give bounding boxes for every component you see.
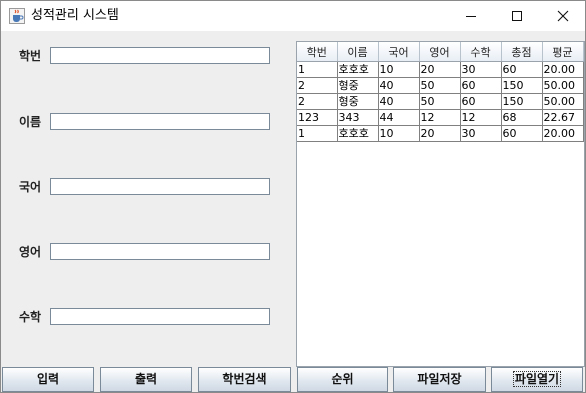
table-cell: 호호호 xyxy=(337,61,379,78)
column-header[interactable]: 영어 xyxy=(419,42,461,62)
save-file-button[interactable]: 파일저장 xyxy=(393,367,486,392)
column-header[interactable]: 국어 xyxy=(378,42,420,62)
search-button-label: 학번검색 xyxy=(222,372,267,386)
table-cell: 50.00 xyxy=(542,93,584,110)
table-row[interactable]: 1 호호호 10 20 30 60 20.00 xyxy=(297,61,584,78)
table-cell: 60 xyxy=(501,61,543,78)
title-bar: 성적관리 시스템 xyxy=(1,1,585,31)
maximize-button[interactable] xyxy=(494,1,540,31)
column-header[interactable]: 학번 xyxy=(297,42,338,62)
column-header[interactable]: 평균 xyxy=(542,42,584,62)
table-cell: 50 xyxy=(419,93,461,110)
table-cell: 1 xyxy=(297,61,338,78)
name-label: 이름 xyxy=(19,115,42,129)
search-by-id-button[interactable]: 학번검색 xyxy=(198,367,291,392)
table-cell: 50 xyxy=(419,77,461,94)
output-button[interactable]: 출력 xyxy=(100,367,192,392)
table-row[interactable]: 2 형중 40 50 60 150 50.00 xyxy=(297,77,584,94)
table-cell: 1 xyxy=(297,125,338,142)
open-file-button[interactable]: 파일열기 xyxy=(491,367,583,392)
save-button-label: 파일저장 xyxy=(417,372,462,386)
column-header[interactable]: 수학 xyxy=(460,42,502,62)
table-cell: 40 xyxy=(378,93,420,110)
table-cell: 20 xyxy=(419,61,461,78)
table-cell: 30 xyxy=(460,125,502,142)
table-cell: 10 xyxy=(378,125,420,142)
korean-input[interactable] xyxy=(50,178,270,195)
table-cell: 60 xyxy=(460,77,502,94)
table-cell: 60 xyxy=(460,93,502,110)
close-icon xyxy=(557,10,569,22)
table-cell: 60 xyxy=(501,125,543,142)
score-table: 학번 이름 국어 영어 수학 총점 평균 1 호호호 10 20 30 60 2… xyxy=(297,42,584,142)
english-input[interactable] xyxy=(50,243,270,260)
rank-button[interactable]: 순위 xyxy=(297,367,388,392)
math-label: 수학 xyxy=(19,310,42,324)
minimize-button[interactable] xyxy=(448,1,494,31)
table-cell: 12 xyxy=(419,109,461,126)
table-cell: 2 xyxy=(297,93,338,110)
english-label: 영어 xyxy=(19,245,42,259)
math-input[interactable] xyxy=(50,308,270,325)
table-cell: 형중 xyxy=(337,77,379,94)
rank-button-label: 순위 xyxy=(331,372,354,386)
window-title: 성적관리 시스템 xyxy=(31,8,119,23)
close-button[interactable] xyxy=(540,1,585,31)
table-cell: 2 xyxy=(297,77,338,94)
table-header-row: 학번 이름 국어 영어 수학 총점 평균 xyxy=(297,42,584,62)
table-cell: 20 xyxy=(419,125,461,142)
table-cell: 123 xyxy=(297,109,338,126)
table-row[interactable]: 2 형중 40 50 60 150 50.00 xyxy=(297,93,584,110)
column-header[interactable]: 총점 xyxy=(501,42,543,62)
student-id-label: 학번 xyxy=(19,49,42,63)
table-cell: 22.67 xyxy=(542,109,584,126)
table-cell: 343 xyxy=(337,109,379,126)
score-table-panel[interactable]: 학번 이름 국어 영어 수학 총점 평균 1 호호호 10 20 30 60 2… xyxy=(296,41,585,367)
table-cell: 12 xyxy=(460,109,502,126)
maximize-icon xyxy=(512,11,522,21)
table-cell: 40 xyxy=(378,77,420,94)
table-cell: 호호호 xyxy=(337,125,379,142)
column-header[interactable]: 이름 xyxy=(337,42,379,62)
table-cell: 20.00 xyxy=(542,61,584,78)
table-cell: 50.00 xyxy=(542,77,584,94)
table-cell: 20.00 xyxy=(542,125,584,142)
minimize-icon xyxy=(466,16,476,17)
name-input[interactable] xyxy=(50,113,270,130)
table-cell: 10 xyxy=(378,61,420,78)
korean-label: 국어 xyxy=(19,180,42,194)
java-cup-icon xyxy=(9,8,25,24)
table-row[interactable]: 123 343 44 12 12 68 22.67 xyxy=(297,109,584,126)
open-button-label: 파일열기 xyxy=(512,371,562,387)
table-cell: 30 xyxy=(460,61,502,78)
table-cell: 150 xyxy=(501,77,543,94)
table-cell: 44 xyxy=(378,109,420,126)
table-cell: 68 xyxy=(501,109,543,126)
table-cell: 형중 xyxy=(337,93,379,110)
output-button-label: 출력 xyxy=(134,372,158,386)
app-window: 성적관리 시스템 학번 이름 국어 영어 수학 학번 이름 국어 영어 수학 총… xyxy=(0,0,586,393)
input-button[interactable]: 입력 xyxy=(2,367,94,392)
table-cell: 150 xyxy=(501,93,543,110)
input-button-label: 입력 xyxy=(36,372,60,386)
student-id-input[interactable] xyxy=(50,47,270,64)
table-row[interactable]: 1 호호호 10 20 30 60 20.00 xyxy=(297,125,584,142)
